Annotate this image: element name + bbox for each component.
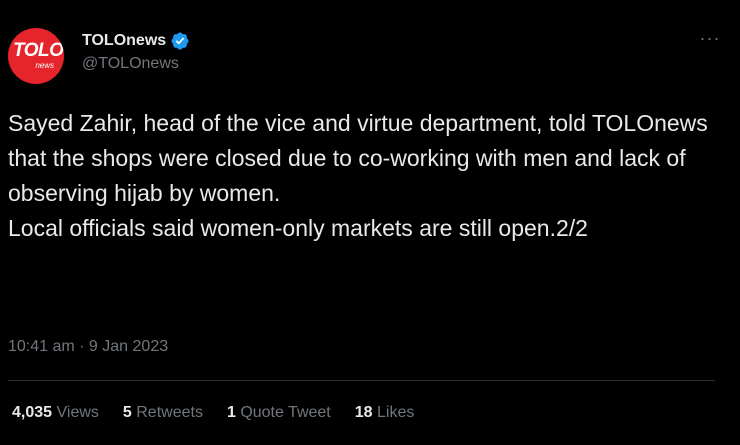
avatar-logo-text: TOLO (13, 40, 64, 61)
stat-retweets[interactable]: 5 Retweets (123, 404, 203, 422)
verified-badge-icon[interactable] (170, 31, 190, 51)
likes-label: Likes (377, 404, 415, 421)
stat-quote-tweets[interactable]: 1 Quote Tweet (227, 404, 331, 422)
more-options-icon[interactable]: ··· (698, 28, 722, 52)
tweet-timestamp[interactable]: 10:41 am · 9 Jan 2023 (8, 338, 168, 356)
avatar[interactable]: TOLO news (8, 28, 64, 84)
likes-count: 18 (354, 404, 373, 421)
author-names: TOLOnews @TOLOnews (82, 31, 190, 73)
tweet-text: Sayed Zahir, head of the vice and virtue… (8, 110, 708, 241)
views-label: Views (56, 404, 99, 421)
retweets-label: Retweets (136, 404, 203, 421)
display-name[interactable]: TOLOnews (82, 32, 166, 50)
engagement-stats: 4,035 Views 5 Retweets 1 Quote Tweet 18 … (12, 404, 438, 422)
quote-tweets-count: 1 (226, 404, 236, 421)
stat-views[interactable]: 4,035 Views (12, 404, 99, 422)
quote-tweets-label: Quote Tweet (240, 404, 331, 421)
user-handle[interactable]: @TOLOnews (82, 55, 190, 73)
tweet: TOLO news TOLOnews @TOLOnews ··· Sayed Z… (0, 0, 740, 445)
stat-likes[interactable]: 18 Likes (355, 404, 415, 422)
display-name-row: TOLOnews (82, 31, 190, 51)
divider (8, 380, 715, 381)
retweets-count: 5 (122, 404, 132, 421)
tweet-header: TOLO news TOLOnews @TOLOnews ··· (8, 28, 732, 84)
views-count: 4,035 (12, 404, 53, 421)
avatar-logo-subtext: news (35, 61, 54, 70)
